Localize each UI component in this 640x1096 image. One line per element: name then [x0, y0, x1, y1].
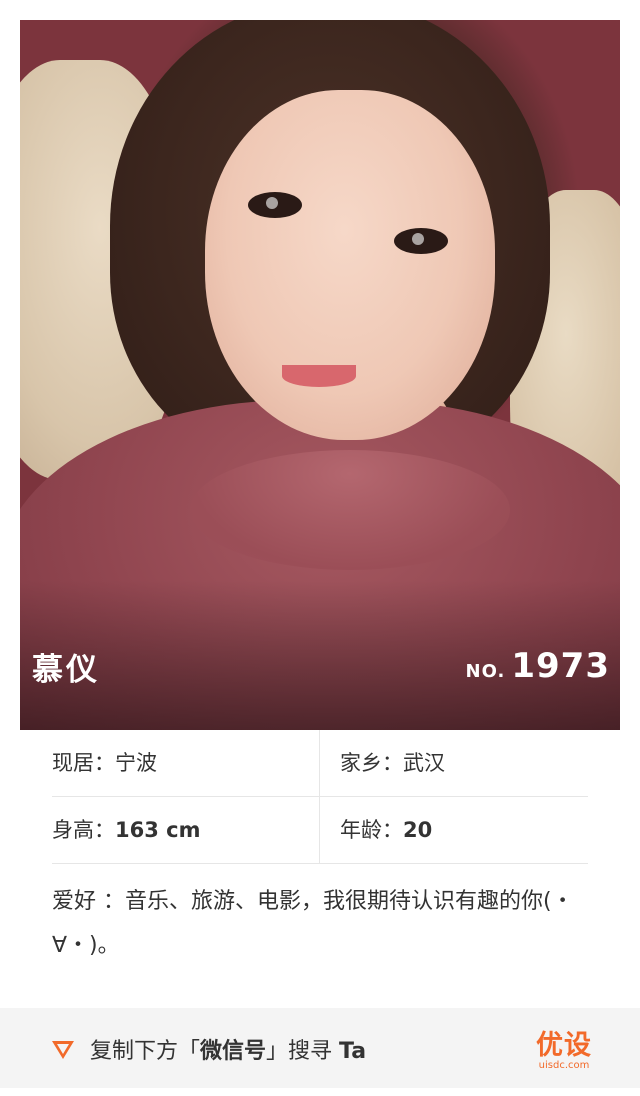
- profile-info: 现居：宁波 家乡：武汉 身高：163 cm 年龄：20: [52, 730, 588, 864]
- logo-url: uisdc.com: [538, 1060, 590, 1071]
- hometown-label: 家乡：: [340, 751, 403, 775]
- height-value: 163 cm: [115, 818, 201, 842]
- profile-name: 慕仪: [32, 652, 100, 688]
- residence-field: 现居：宁波: [52, 730, 319, 796]
- column-divider: [319, 730, 320, 796]
- profile-number: NO. 1973: [466, 646, 610, 686]
- profile-photo: [20, 20, 620, 730]
- photo-hood: [190, 450, 510, 570]
- age-label: 年龄：: [340, 818, 403, 842]
- column-divider: [319, 797, 320, 863]
- height-label: 身高：: [52, 818, 115, 842]
- uisdc-logo[interactable]: 优设 uisdc.com: [536, 1032, 592, 1072]
- profile-number-value: 1973: [511, 646, 610, 686]
- age-field: 年龄：20: [340, 797, 588, 863]
- photo-eye: [394, 228, 448, 254]
- residence-value: 宁波: [115, 751, 157, 775]
- age-value: 20: [403, 818, 433, 842]
- photo-eye: [248, 192, 302, 218]
- profile-number-prefix: NO.: [465, 661, 506, 682]
- logo-text: 优设: [536, 1030, 592, 1061]
- hint-wechat: 微信号: [200, 1039, 267, 1064]
- info-row: 现居：宁波 家乡：武汉: [52, 730, 588, 797]
- hint-suffix: Ta: [339, 1039, 367, 1064]
- height-field: 身高：163 cm: [52, 797, 319, 863]
- photo-face: [205, 90, 495, 440]
- photo-mouth: [282, 365, 356, 387]
- footer-bar: 复制下方「微信号」搜寻 Ta 优设 uisdc.com: [0, 1008, 640, 1088]
- hometown-value: 武汉: [403, 751, 445, 775]
- hint-middle: 」搜寻: [266, 1039, 340, 1064]
- hobby-text: 爱好 ：音乐、旅游、电影，我很期待认识有趣的你(・∀・)。: [52, 889, 574, 958]
- triangle-down-icon: [52, 1041, 74, 1059]
- residence-label: 现居：: [52, 751, 115, 775]
- info-row: 身高：163 cm 年龄：20: [52, 797, 588, 864]
- hometown-field: 家乡：武汉: [340, 730, 588, 796]
- hint-prefix: 复制下方「: [90, 1039, 201, 1064]
- wechat-search-hint: 复制下方「微信号」搜寻 Ta: [90, 1008, 366, 1088]
